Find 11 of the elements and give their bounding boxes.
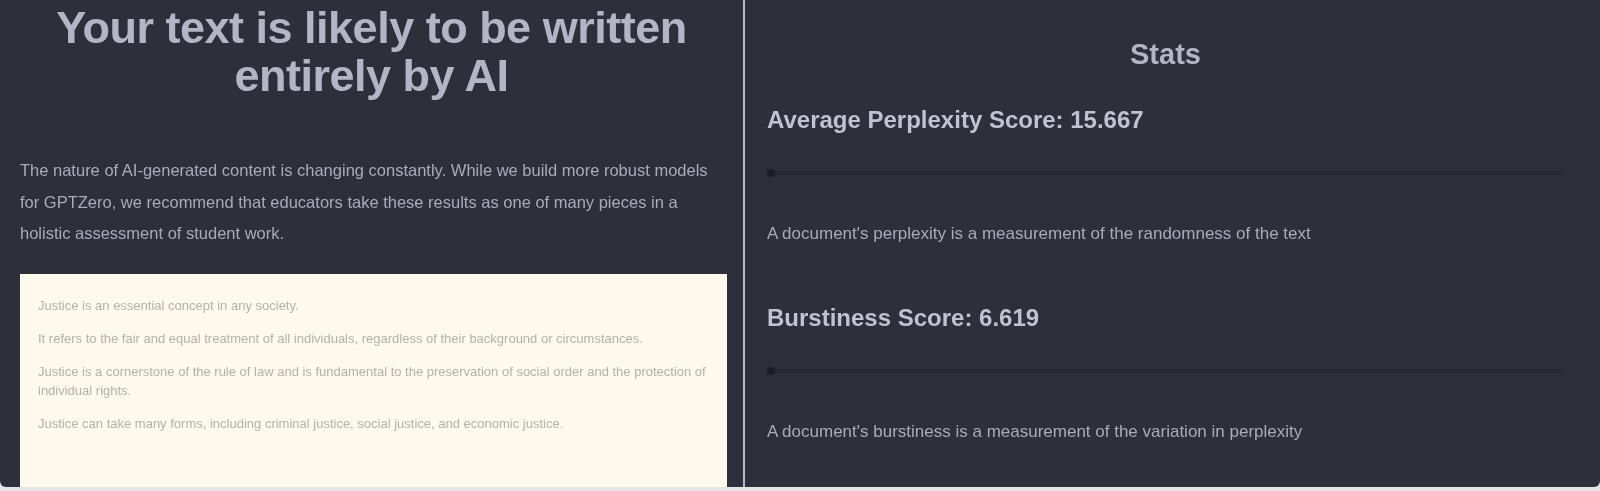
document-paragraph: Justice is an essential concept in any society. — [38, 296, 300, 315]
disclaimer-text: The nature of AI-generated content is changing constantly. While we build more robust models for GPTZero, we recommend that educators take these results as one of many pieces in a holistic assessment of student work. — [20, 160, 709, 244]
score-heading: Average Perplexity Score: 15.667 — [767, 105, 1145, 135]
document-paragraph: Justice is a cornerstone of the rule of law and is fundamental to the preservation of social order and the protection of individual rights. — [38, 362, 707, 400]
document-paragraph: It refers to the fair and equal treatment of all individuals, regardless of their background or circumstances. — [38, 329, 644, 348]
result-heading: Your text is likely to be written entirely by AI — [55, 4, 688, 100]
score-description: A document's burstiness is a measurement of the variation in perplexity — [767, 421, 1304, 443]
stats-heading: Stats — [1129, 38, 1202, 71]
score-heading: Burstiness Score: 6.619 — [767, 303, 1041, 333]
score-description: A document's perplexity is a measurement of the randomness of the text — [767, 223, 1312, 245]
document-paragraph: Justice can take many forms, including criminal justice, social justice, and economic justice. — [38, 414, 565, 433]
